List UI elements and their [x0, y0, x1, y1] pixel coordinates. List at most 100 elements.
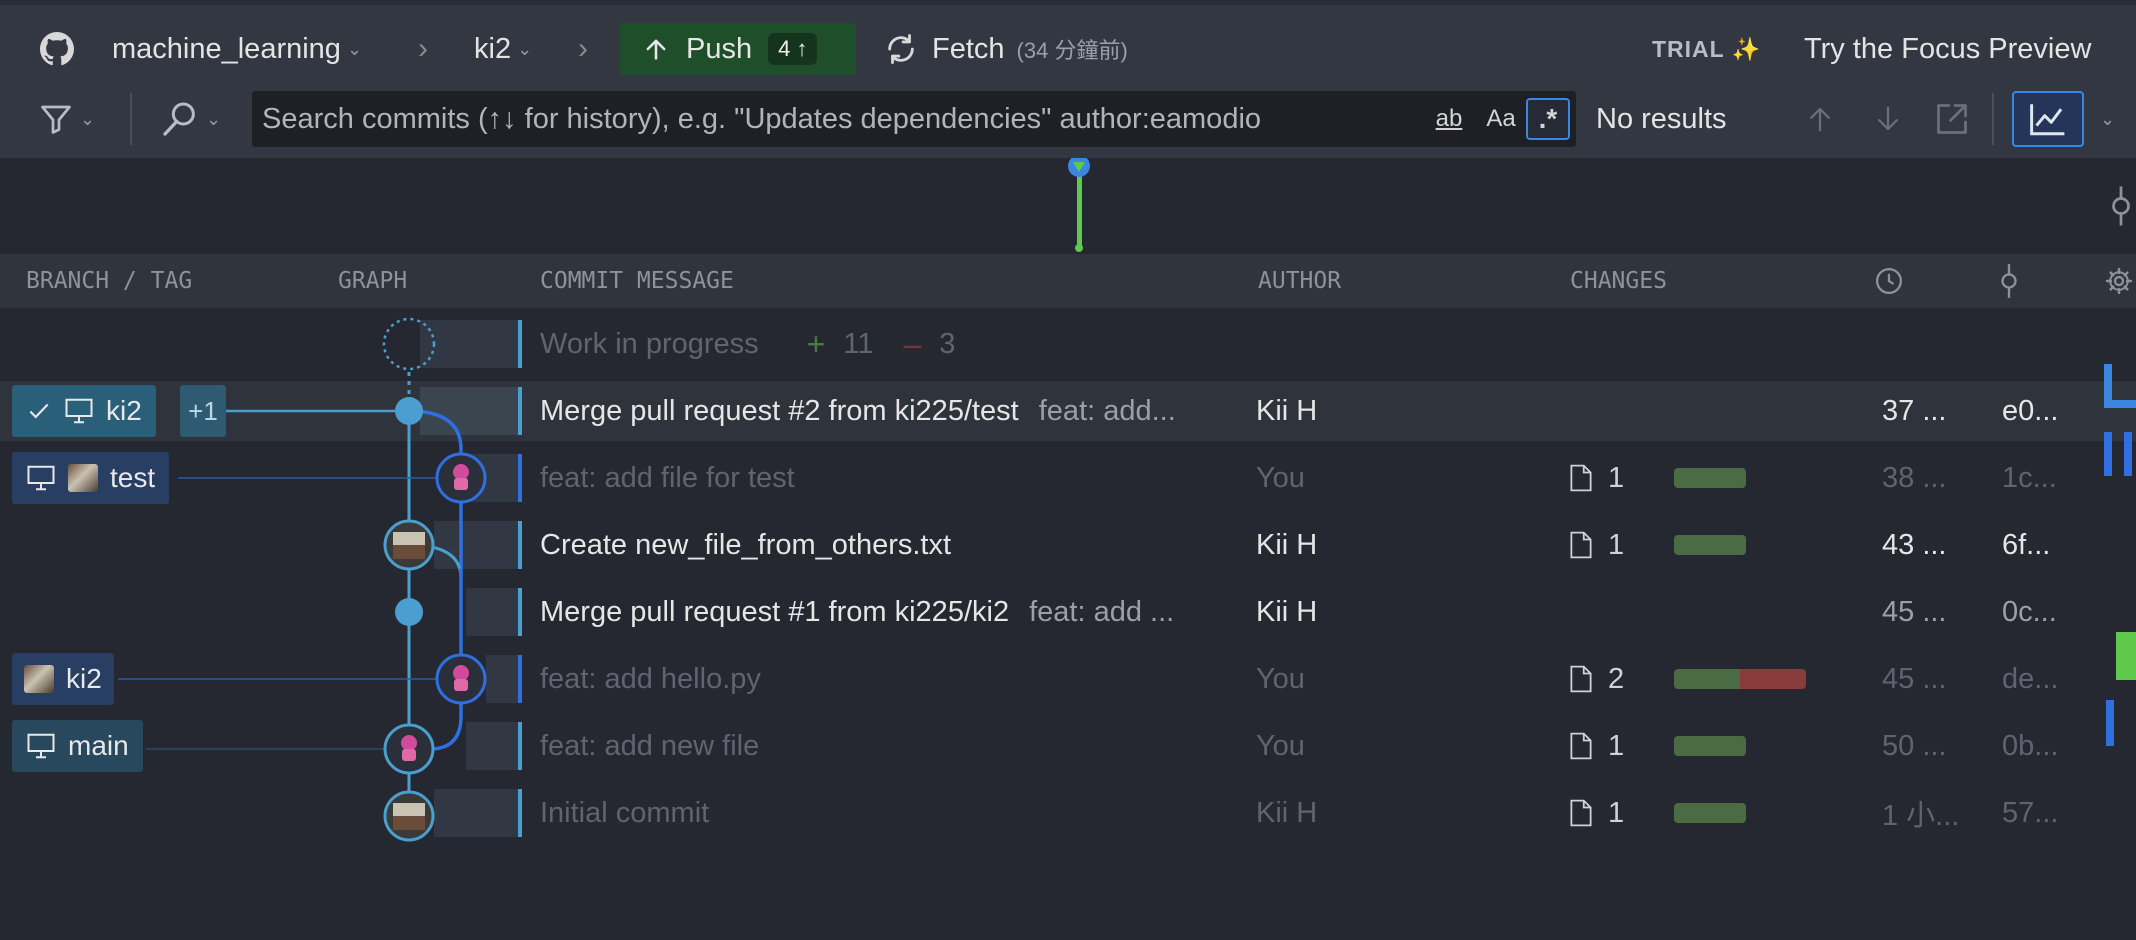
previous-result-button[interactable] — [1798, 97, 1842, 141]
graph-row-marker — [466, 454, 520, 502]
focus-preview-link[interactable]: Try the Focus Preview — [1804, 23, 2091, 75]
table-row[interactable]: Initial commit Kii H 1 1 小... 57... — [0, 783, 2136, 843]
wip-row[interactable]: Work in progress + 11 – 3 — [0, 314, 2136, 374]
commit-changes: 1 — [1570, 716, 1870, 776]
commit-summary: Merge pull request #1 from ki225/ki2 — [540, 595, 1010, 628]
monitor-icon — [26, 464, 56, 492]
branch-tag-test[interactable]: test — [12, 452, 170, 504]
table-row[interactable]: Create new_file_from_others.txt Kii H 1 … — [0, 515, 2136, 575]
minimap[interactable] — [0, 158, 2136, 254]
minimap-chart — [1068, 158, 1090, 252]
graph-row-marker — [420, 320, 520, 368]
column-header-changes[interactable]: CHANGES — [1570, 254, 1667, 308]
avatar — [24, 665, 54, 693]
more-refs-badge[interactable]: +1 — [180, 385, 226, 437]
breadcrumb-separator-icon: › — [418, 32, 428, 65]
graph-row-marker — [486, 655, 520, 703]
commit-icon — [2001, 264, 2017, 298]
commit-date: 37 ... — [1882, 394, 1947, 427]
scrollbar-marker — [2104, 432, 2112, 476]
scrollbar-marker — [2112, 400, 2136, 408]
column-header-date[interactable] — [1874, 254, 1904, 308]
commit-description: feat: add ... — [1029, 595, 1175, 628]
push-count-badge: 4 ↑ — [768, 33, 818, 65]
table-row[interactable]: ki2 feat: add hello.py You 2 45 ... de..… — [0, 649, 2136, 709]
filter-icon — [41, 105, 71, 134]
changes-bar — [1674, 803, 1746, 823]
commit-changes: 1 — [1570, 515, 1870, 575]
table-row[interactable]: ki2 +1 Merge pull request #2 from ki225/… — [0, 381, 2136, 441]
link-external-icon — [1937, 104, 1967, 134]
branch-tag-main[interactable]: main — [12, 720, 143, 772]
repo-name: machine_learning — [112, 32, 341, 65]
commit-sha: 6f... — [2002, 528, 2051, 561]
changes-bar — [1674, 669, 1806, 689]
fetch-button[interactable]: Fetch (34 分鐘前) — [884, 23, 1128, 75]
scrollbar-marker — [2104, 364, 2112, 408]
commit-message: Initial commit — [540, 783, 1220, 843]
next-result-button[interactable] — [1866, 97, 1910, 141]
table-row[interactable]: test feat: add file for test You 1 38 ..… — [0, 448, 2136, 508]
clock-icon — [1876, 268, 1902, 294]
changes-bar — [1674, 736, 1746, 756]
column-header-sha[interactable] — [1996, 254, 2022, 308]
search-results-count: No results — [1596, 102, 1727, 135]
wip-label: Work in progress — [540, 327, 759, 360]
column-header-message[interactable]: COMMIT MESSAGE — [540, 254, 734, 308]
scrollbar-marker — [2106, 700, 2114, 746]
search-mode-button[interactable]: ⌄ — [160, 97, 221, 141]
column-header-branch[interactable]: BRANCH / TAG — [26, 254, 192, 308]
table-row[interactable]: main feat: add new file You 1 50 ... 0b.… — [0, 716, 2136, 776]
push-label: Push — [686, 32, 753, 65]
branch-tag-ki2-remote[interactable]: ki2 — [12, 653, 114, 705]
minimap-options-button[interactable]: ⌄ — [2094, 97, 2115, 141]
graph-table-header: BRANCH / TAG GRAPH COMMIT MESSAGE AUTHOR… — [0, 254, 2136, 308]
regex-toggle[interactable]: .* — [1526, 98, 1570, 140]
match-case-toggle[interactable]: Aa — [1478, 98, 1524, 140]
changed-files-count: 1 — [1608, 796, 1625, 829]
commit-description: feat: add... — [1038, 394, 1176, 427]
scrollbar-marker — [2124, 432, 2132, 476]
column-header-graph[interactable]: GRAPH — [338, 254, 407, 308]
graph-row-edge — [518, 387, 522, 435]
graph-row-edge — [518, 521, 522, 569]
changed-files-count: 1 — [1608, 528, 1625, 561]
column-header-author[interactable]: AUTHOR — [1258, 254, 1341, 308]
avatar — [68, 464, 98, 492]
changes-bar — [1674, 468, 1746, 488]
graph-row-edge — [518, 320, 522, 368]
branch-tag-ki2-current[interactable]: ki2 — [12, 385, 156, 437]
wip-removed-count: 3 — [939, 327, 956, 360]
file-icon — [1570, 531, 1592, 559]
branch-tag-label: ki2 — [66, 663, 102, 694]
repo-selector[interactable]: machine_learning ⌄ — [112, 23, 362, 75]
commit-author: Kii H — [1256, 394, 1318, 427]
graph-row-edge — [518, 588, 522, 636]
commit-message: feat: add new file — [540, 716, 1220, 776]
open-in-panel-button[interactable] — [1930, 97, 1974, 141]
commit-author: You — [1256, 729, 1305, 762]
graph-row-edge — [518, 789, 522, 837]
arrow-down-icon — [1878, 106, 1898, 131]
push-button[interactable]: Push 4 ↑ — [620, 23, 856, 75]
branch-selector[interactable]: ki2 ⌄ — [474, 23, 532, 75]
commit-summary: feat: add new file — [540, 729, 760, 762]
commit-message: Merge pull request #1 from ki225/ki2 feat… — [540, 582, 1220, 642]
filter-button[interactable]: ⌄ — [38, 97, 95, 141]
commit-author: You — [1256, 662, 1305, 695]
minimap-toggle-button[interactable] — [2012, 91, 2084, 147]
table-row[interactable]: Merge pull request #1 from ki225/ki2 feat… — [0, 582, 2136, 642]
breadcrumb-separator-icon: › — [578, 32, 588, 65]
github-icon[interactable] — [38, 23, 76, 75]
commit-message: feat: add file for test — [540, 448, 1220, 508]
graph-row-marker — [466, 722, 520, 770]
file-icon — [1570, 464, 1592, 492]
trial-badge: TRIAL ✨ — [1652, 35, 1762, 62]
column-settings-button[interactable] — [2104, 254, 2134, 308]
match-whole-word-toggle[interactable]: ab — [1426, 98, 1472, 140]
changes-bar — [1674, 535, 1746, 555]
search-input[interactable] — [262, 102, 1422, 136]
scrollbar-marker — [2116, 632, 2136, 680]
commit-author: Kii H — [1256, 796, 1318, 829]
commit-author: Kii H — [1256, 595, 1318, 628]
